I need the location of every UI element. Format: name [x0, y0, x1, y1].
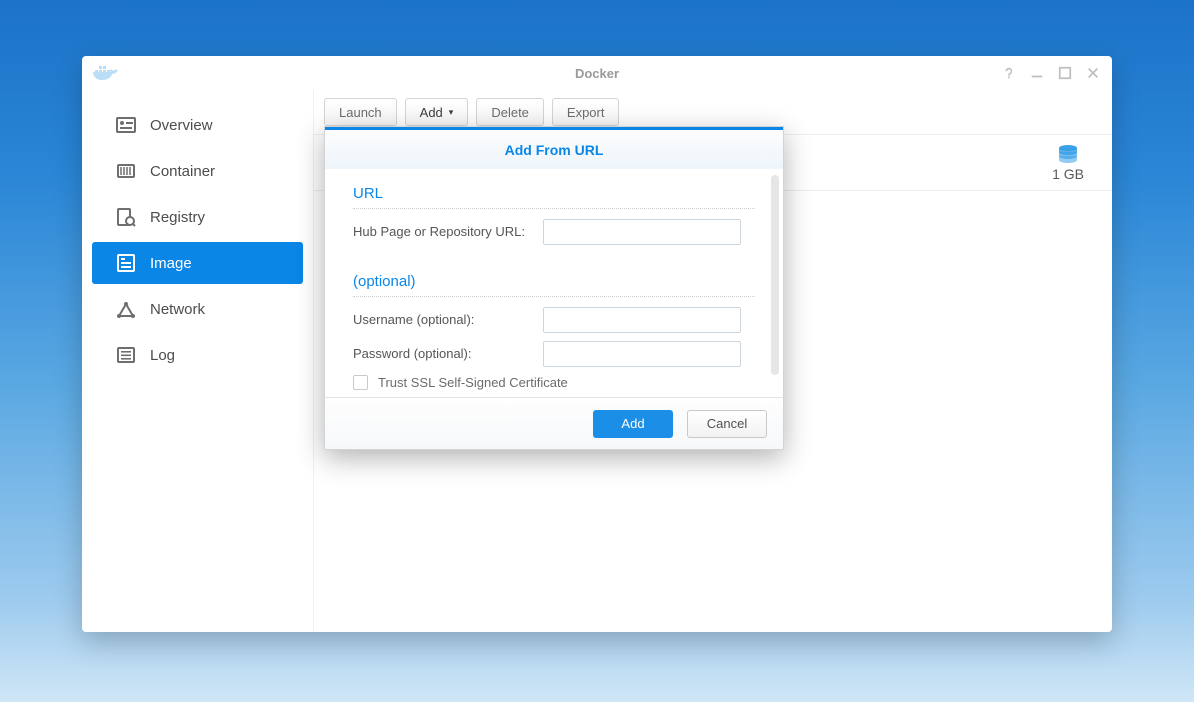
titlebar: Docker	[82, 56, 1112, 90]
maximize-icon[interactable]	[1056, 64, 1074, 82]
delete-button[interactable]: Delete	[476, 98, 544, 126]
window-title: Docker	[82, 66, 1112, 81]
close-icon[interactable]	[1084, 64, 1102, 82]
total-size: 1 GB	[1052, 166, 1084, 182]
dialog-body: URL Hub Page or Repository URL: (optiona…	[325, 169, 783, 397]
overview-icon	[116, 115, 136, 135]
scrollbar-thumb[interactable]	[771, 175, 779, 375]
container-icon	[116, 161, 136, 181]
dialog-add-button[interactable]: Add	[593, 410, 673, 438]
sidebar-item-label: Container	[150, 163, 215, 180]
disk-stack-icon	[1056, 144, 1080, 164]
trust-ssl-checkbox[interactable]	[353, 375, 368, 390]
export-button[interactable]: Export	[552, 98, 620, 126]
docker-whale-icon	[92, 63, 120, 83]
sidebar-item-label: Network	[150, 301, 205, 318]
log-icon	[116, 345, 136, 365]
sidebar-item-overview[interactable]: Overview	[92, 104, 303, 146]
add-button-label: Add	[420, 105, 443, 120]
username-input[interactable]	[543, 307, 741, 333]
sidebar-item-container[interactable]: Container	[92, 150, 303, 192]
network-icon	[116, 299, 136, 319]
trust-ssl-row[interactable]: Trust SSL Self-Signed Certificate	[353, 375, 755, 390]
sidebar-item-image[interactable]: Image	[92, 242, 303, 284]
url-input[interactable]	[543, 219, 741, 245]
password-input[interactable]	[543, 341, 741, 367]
password-label: Password (optional):	[353, 341, 543, 363]
sidebar-item-label: Overview	[150, 117, 213, 134]
sidebar-item-network[interactable]: Network	[92, 288, 303, 330]
minimize-icon[interactable]	[1028, 64, 1046, 82]
section-optional: (optional)	[353, 273, 755, 297]
registry-icon	[116, 207, 136, 227]
add-button[interactable]: Add ▾	[405, 98, 469, 126]
section-url: URL	[353, 185, 755, 209]
dialog-cancel-button[interactable]: Cancel	[687, 410, 767, 438]
sidebar-item-log[interactable]: Log	[92, 334, 303, 376]
caret-down-icon: ▾	[449, 107, 454, 118]
sidebar-item-registry[interactable]: Registry	[92, 196, 303, 238]
sidebar-item-label: Registry	[150, 209, 205, 226]
dialog-title: Add From URL	[325, 127, 783, 169]
add-from-url-dialog: Add From URL URL Hub Page or Repository …	[324, 126, 784, 450]
sidebar-item-label: Image	[150, 255, 192, 272]
launch-button[interactable]: Launch	[324, 98, 397, 126]
image-icon	[116, 253, 136, 273]
title-controls	[1000, 64, 1102, 82]
url-label: Hub Page or Repository URL:	[353, 219, 543, 241]
dialog-footer: Add Cancel	[325, 397, 783, 449]
trust-ssl-label: Trust SSL Self-Signed Certificate	[378, 375, 568, 390]
sidebar-item-label: Log	[150, 347, 175, 364]
username-label: Username (optional):	[353, 307, 543, 329]
sidebar: Overview Container Registry Image	[82, 90, 314, 632]
help-icon[interactable]	[1000, 64, 1018, 82]
